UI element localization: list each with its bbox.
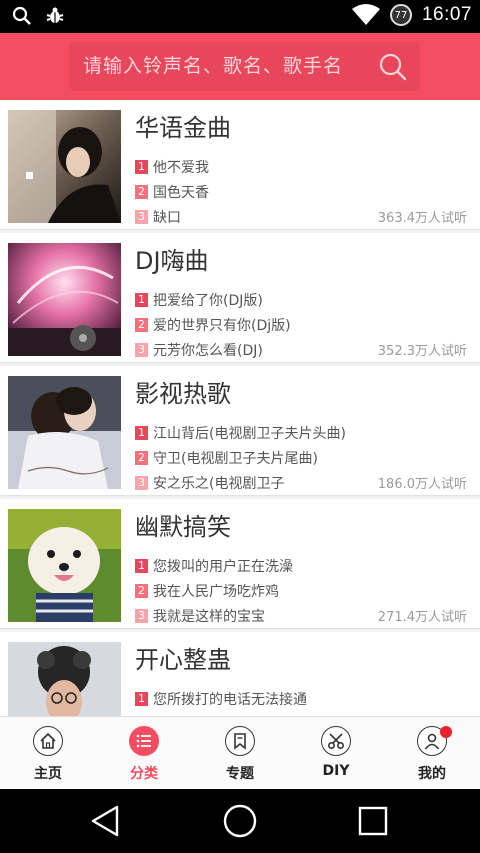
bookmark-icon xyxy=(225,726,255,756)
category-card[interactable]: 华语金曲 1 他不爱我 2 国色天香 3 缺口 363.4万人试听 xyxy=(0,100,480,230)
song-item[interactable]: 1 您所拨打的电话无法接通 xyxy=(135,689,307,709)
search-icon[interactable] xyxy=(378,52,408,82)
status-time: 16:07 xyxy=(421,4,472,25)
search-input[interactable]: 请输入铃声名、歌名、歌手名 xyxy=(83,42,343,91)
song-item[interactable]: 2 爱的世界只有你(Dj版) xyxy=(135,315,291,335)
song-item[interactable]: 1 把爱给了你(DJ版) xyxy=(135,290,263,310)
wifi-icon xyxy=(351,4,380,25)
bug-icon xyxy=(46,7,64,23)
rank-badge: 2 xyxy=(135,185,148,199)
nav-tab-label: 我的 xyxy=(418,766,446,782)
category-cover-image xyxy=(8,243,121,356)
nav-tab-category[interactable]: 分类 xyxy=(96,717,192,790)
category-title: DJ嗨曲 xyxy=(135,247,209,275)
recents-icon[interactable] xyxy=(355,803,391,839)
rank-badge: 2 xyxy=(135,584,148,598)
nav-tab-mine[interactable]: 我的 xyxy=(384,717,480,790)
category-title: 开心整蛊 xyxy=(135,646,231,674)
nav-tab-label: DIY xyxy=(322,763,350,779)
status-bar: 77 16:07 xyxy=(0,0,480,33)
rank-badge: 2 xyxy=(135,451,148,465)
song-item[interactable]: 2 守卫(电视剧卫子夫片尾曲) xyxy=(135,448,318,468)
category-cover-image xyxy=(8,642,121,716)
song-item[interactable]: 2 我在人民广场吃炸鸡 xyxy=(135,581,279,601)
notification-dot xyxy=(440,726,452,738)
rank-badge: 1 xyxy=(135,692,148,706)
nav-tab-label: 专题 xyxy=(226,766,254,782)
rank-badge: 2 xyxy=(135,318,148,332)
home-circle-icon[interactable] xyxy=(222,803,258,839)
nav-tab-home[interactable]: 主页 xyxy=(0,717,96,790)
song-item[interactable]: 1 他不爱我 xyxy=(135,157,209,177)
rank-badge: 3 xyxy=(135,343,148,357)
listener-count: 363.4万人试听 xyxy=(377,211,467,226)
rank-badge: 1 xyxy=(135,293,148,307)
rank-badge: 1 xyxy=(135,559,148,573)
rank-badge: 3 xyxy=(135,210,148,224)
header: 请输入铃声名、歌名、歌手名 xyxy=(0,33,480,100)
song-item[interactable]: 3 安之乐之(电视剧卫子 xyxy=(135,473,284,493)
rank-badge: 3 xyxy=(135,476,148,490)
rank-badge: 1 xyxy=(135,426,148,440)
song-item[interactable]: 3 元芳你怎么看(DJ) xyxy=(135,340,263,360)
category-card[interactable]: 影视热歌 1 江山背后(电视剧卫子夫片头曲) 2 守卫(电视剧卫子夫片尾曲) 3 安之… xyxy=(0,366,480,496)
search-icon xyxy=(12,6,31,25)
nav-tab-label: 主页 xyxy=(34,766,62,782)
category-cover-image xyxy=(8,110,121,223)
nav-tab-diy[interactable]: DIY xyxy=(288,717,384,790)
home-icon xyxy=(33,726,63,756)
battery-indicator: 77 xyxy=(389,4,412,26)
scissors-icon xyxy=(321,726,351,756)
list-icon xyxy=(129,726,159,756)
song-item[interactable]: 2 国色天香 xyxy=(135,182,209,202)
category-card[interactable]: 开心整蛊 1 您所拨打的电话无法接通 xyxy=(0,632,480,716)
listener-count: 352.3万人试听 xyxy=(377,344,467,359)
search-box[interactable]: 请输入铃声名、歌名、歌手名 xyxy=(69,42,420,91)
bottom-nav: 主页 分类 专题 DIY 我的 xyxy=(0,716,480,789)
listener-count: 271.4万人试听 xyxy=(377,610,467,625)
rank-badge: 3 xyxy=(135,609,148,623)
category-title: 华语金曲 xyxy=(135,114,231,142)
category-title: 幽默搞笑 xyxy=(135,513,231,541)
category-card[interactable]: 幽默搞笑 1 您拨叫的用户正在洗澡 2 我在人民广场吃炸鸡 3 我就是这样的宝宝 27… xyxy=(0,499,480,629)
system-nav-bar xyxy=(0,789,480,853)
song-item[interactable]: 3 我就是这样的宝宝 xyxy=(135,606,265,626)
song-item[interactable]: 3 缺口 xyxy=(135,207,181,227)
category-title: 影视热歌 xyxy=(135,380,231,408)
back-icon[interactable] xyxy=(87,803,123,839)
category-list: 华语金曲 1 他不爱我 2 国色天香 3 缺口 363.4万人试听 DJ嗨曲 1 把爱给… xyxy=(0,100,480,716)
nav-tab-topic[interactable]: 专题 xyxy=(192,717,288,790)
listener-count: 186.0万人试听 xyxy=(377,477,467,492)
song-item[interactable]: 1 您拨叫的用户正在洗澡 xyxy=(135,556,293,576)
nav-tab-label: 分类 xyxy=(130,766,158,782)
song-item[interactable]: 1 江山背后(电视剧卫子夫片头曲) xyxy=(135,423,346,443)
category-cover-image xyxy=(8,509,121,622)
category-cover-image xyxy=(8,376,121,489)
rank-badge: 1 xyxy=(135,160,148,174)
category-card[interactable]: DJ嗨曲 1 把爱给了你(DJ版) 2 爱的世界只有你(Dj版) 3 元芳你怎么看(D… xyxy=(0,233,480,363)
